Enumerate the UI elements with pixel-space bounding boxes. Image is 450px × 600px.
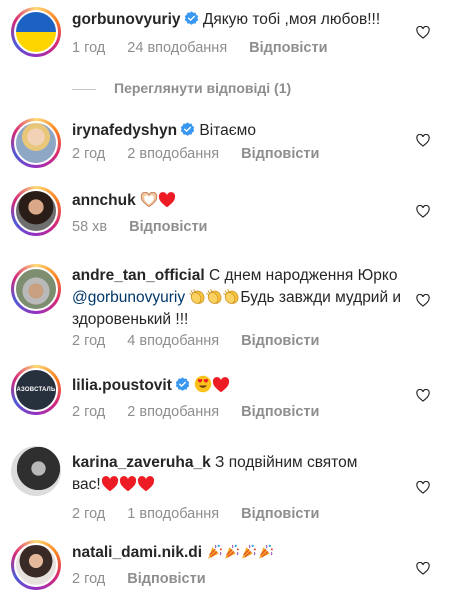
verified-badge-icon [184, 11, 199, 26]
view-replies-label: Переглянути відповіді (1) [114, 80, 292, 96]
heart-outline-icon[interactable] [416, 294, 430, 307]
heart-outline-icon[interactable] [416, 481, 430, 494]
heart-outline-icon[interactable] [416, 205, 430, 218]
heart-outline-icon[interactable] [416, 562, 430, 575]
comment-text-line: andre_tan_official С днем народження Юрк… [72, 265, 410, 331]
comment-time: 2 год [72, 506, 106, 522]
avatar-photo[interactable] [11, 446, 61, 496]
comment-meta: 2 год 2 вподобання Відповісти [72, 404, 319, 420]
comment-time: 58 хв [72, 219, 108, 235]
heart-outline-icon[interactable] [416, 26, 430, 39]
red-heart-emoji-icon [101, 476, 119, 492]
comment-text-line: annchuk [72, 190, 410, 212]
comment-text-line: irynafedyshyn Вітаємо [72, 120, 410, 142]
avatar[interactable] [14, 189, 58, 233]
comment-time: 1 год [72, 40, 106, 56]
comment-text-continued: вас! [72, 476, 101, 493]
comment-meta: 2 год 2 вподобання Відповісти [72, 146, 319, 162]
clapping-hands-emoji-icon [223, 288, 240, 305]
heart-outline-icon[interactable] [416, 389, 430, 402]
avatar-ring[interactable] [11, 540, 61, 590]
red-heart-emoji-icon [137, 476, 155, 492]
comment-text-line: natali_dami.nik.di [72, 542, 410, 564]
comment-time: 2 год [72, 146, 106, 162]
comment-text: С днем народження Юрко [208, 267, 398, 284]
avatar[interactable] [14, 10, 58, 54]
avatar-label: АЗОВСТАЛЬ [16, 387, 56, 393]
comment-meta: 2 год 4 вподобання Відповісти [72, 333, 319, 349]
comment-meta: 1 год 24 вподобання Відповісти [72, 40, 328, 56]
party-popper-emoji-icon [223, 543, 240, 560]
avatar-ring[interactable]: АЗОВСТАЛЬ [11, 365, 61, 415]
verified-badge-icon [180, 122, 195, 137]
comment-text: З подвійним святом [215, 454, 358, 471]
comment-meta: 2 год 1 вподобання Відповісти [72, 506, 319, 522]
verified-badge-icon [175, 377, 190, 392]
username-link[interactable]: karina_zaveruha_k [72, 454, 211, 471]
reply-button[interactable]: Відповісти [127, 571, 205, 587]
reply-button[interactable]: Відповісти [241, 333, 319, 349]
likes-count[interactable]: 2 вподобання [127, 404, 219, 420]
username-link[interactable]: irynafedyshyn [72, 122, 177, 139]
avatar[interactable] [11, 446, 61, 496]
comment-meta: 58 хв Відповісти [72, 219, 207, 235]
avatar[interactable] [14, 121, 58, 165]
comment-text: Вітаємо [199, 122, 256, 139]
red-heart-emoji-icon [158, 192, 176, 208]
heart-eyes-emoji-icon [194, 375, 212, 393]
likes-count[interactable]: 4 вподобання [127, 333, 219, 349]
reply-button[interactable]: Відповісти [249, 40, 327, 56]
mention-link[interactable]: @gorbunovyuriy [72, 289, 185, 306]
username-link[interactable]: annchuk [72, 192, 136, 209]
comment-time: 2 год [72, 333, 106, 349]
avatar-ring[interactable] [11, 118, 61, 168]
comment-text-line: gorbunovyuriy Дякую тобі ,моя любов!!! [72, 9, 410, 31]
reply-button[interactable]: Відповісти [241, 146, 319, 162]
party-popper-emoji-icon [206, 543, 223, 560]
red-heart-emoji-icon [119, 476, 137, 492]
clapping-hands-emoji-icon [206, 288, 223, 305]
party-popper-emoji-icon [257, 543, 274, 560]
clapping-hands-emoji-icon [189, 288, 206, 305]
username-link[interactable]: andre_tan_official [72, 267, 205, 284]
username-link[interactable]: gorbunovyuriy [72, 11, 181, 28]
likes-count[interactable]: 1 вподобання [127, 506, 219, 522]
avatar[interactable] [14, 267, 58, 311]
replies-divider [72, 88, 96, 90]
avatar-ring[interactable] [11, 7, 61, 57]
comment-text: Дякую тобі ,моя любов!!! [202, 11, 381, 28]
avatar[interactable] [14, 543, 58, 587]
party-popper-emoji-icon [240, 543, 257, 560]
comment-text-line: lilia.poustovit [72, 375, 410, 397]
comment-meta: 2 год Відповісти [72, 571, 206, 587]
username-link[interactable]: natali_dami.nik.di [72, 544, 202, 561]
comment-time: 2 год [72, 571, 106, 587]
likes-count[interactable]: 2 вподобання [127, 146, 219, 162]
reply-button[interactable]: Відповісти [241, 404, 319, 420]
avatar[interactable]: АЗОВСТАЛЬ [14, 368, 58, 412]
view-replies-button[interactable]: Переглянути відповіді (1) [72, 80, 291, 96]
heart-hands-emoji-icon [140, 192, 158, 208]
red-heart-emoji-icon [212, 377, 230, 393]
reply-button[interactable]: Відповісти [129, 219, 207, 235]
heart-outline-icon[interactable] [416, 134, 430, 147]
avatar-ring[interactable] [11, 186, 61, 236]
comment-time: 2 год [72, 404, 106, 420]
comment-text-line: karina_zaveruha_k З подвійним святом вас… [72, 452, 410, 496]
reply-button[interactable]: Відповісти [241, 506, 319, 522]
likes-count[interactable]: 24 вподобання [127, 40, 227, 56]
avatar-ring[interactable] [11, 264, 61, 314]
username-link[interactable]: lilia.poustovit [72, 377, 172, 394]
